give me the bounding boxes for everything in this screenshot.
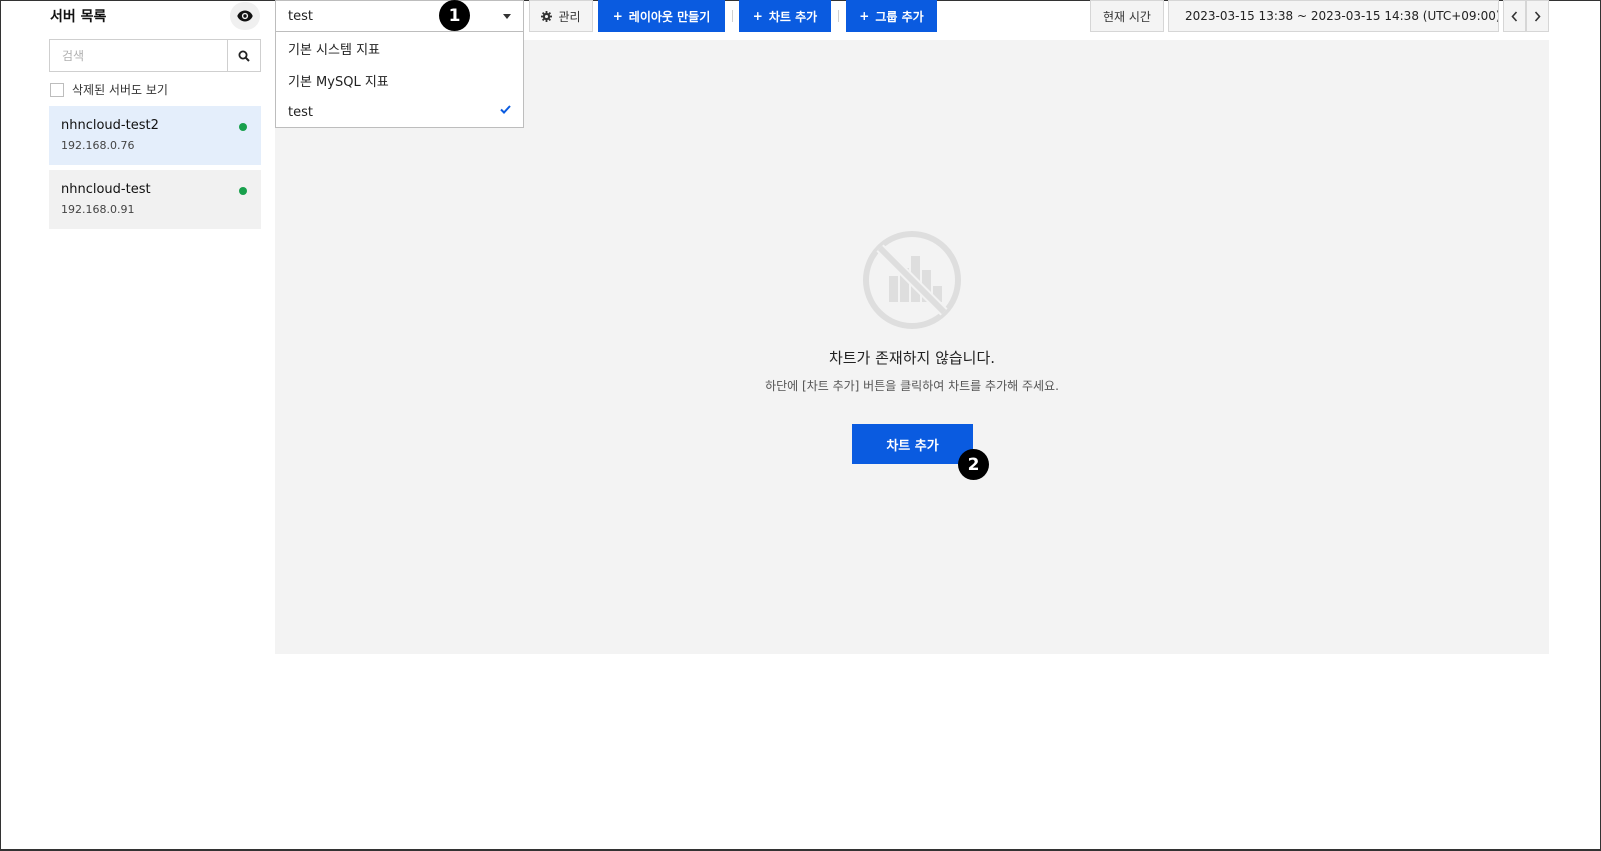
create-layout-button[interactable]: + 레이아웃 만들기: [598, 0, 725, 32]
no-chart-icon: [863, 231, 961, 329]
show-deleted-checkbox[interactable]: [50, 82, 64, 97]
add-group-button[interactable]: + 그룹 추가: [846, 0, 937, 32]
current-time-button[interactable]: 현재 시간: [1090, 0, 1164, 32]
server-list-item[interactable]: nhncloud-test 192.168.0.91: [49, 170, 261, 229]
status-dot: [239, 123, 247, 131]
chevron-left-icon: [1511, 10, 1518, 22]
checkmark-icon: [500, 105, 511, 114]
prev-range-button[interactable]: [1503, 0, 1526, 32]
chevron-right-icon: [1534, 10, 1541, 22]
server-ip: 192.168.0.76: [61, 139, 135, 152]
empty-add-chart-button[interactable]: 차트 추가: [852, 424, 973, 464]
eye-icon: [237, 10, 253, 22]
empty-state-title: 차트가 존재하지 않습니다.: [828, 349, 996, 367]
plus-icon: +: [612, 9, 623, 23]
visibility-toggle-button[interactable]: [230, 2, 260, 30]
time-range-picker[interactable]: 2023-03-15 13:38 ~ 2023-03-15 14:38 (UTC…: [1168, 0, 1499, 32]
layout-option[interactable]: 기본 MySQL 지표: [276, 64, 523, 96]
dashboard-panel: 차트가 존재하지 않습니다. 하단에 [차트 추가] 버튼을 클릭하여 차트를 …: [275, 40, 1549, 654]
server-ip: 192.168.0.91: [61, 203, 135, 216]
manage-label: 관리: [558, 9, 581, 24]
layout-option[interactable]: 기본 시스템 지표: [276, 32, 523, 64]
add-group-label: 그룹 추가: [875, 9, 924, 24]
layout-option-label: test: [288, 104, 313, 120]
layout-option-label: 기본 시스템 지표: [288, 42, 380, 58]
next-range-button[interactable]: [1526, 0, 1549, 32]
layout-select-value: test: [288, 8, 313, 24]
show-deleted-row: 삭제된 서버도 보기: [50, 81, 168, 98]
layout-option-label: 기본 MySQL 지표: [288, 74, 389, 90]
plus-icon: +: [859, 9, 870, 23]
server-list-item[interactable]: nhncloud-test2 192.168.0.76: [49, 106, 261, 165]
server-list-title: 서버 목록: [50, 9, 107, 25]
toolbar-divider: [732, 10, 733, 22]
layout-select[interactable]: test: [275, 0, 524, 32]
manage-button[interactable]: 관리: [529, 0, 593, 32]
server-name: nhncloud-test2: [61, 118, 159, 133]
add-chart-label: 차트 추가: [768, 9, 818, 24]
layout-option-selected[interactable]: test: [276, 96, 523, 128]
time-range-value: 2023-03-15 13:38 ~ 2023-03-15 14:38 (UTC…: [1185, 9, 1499, 23]
toolbar-divider: [838, 10, 839, 22]
layout-dropdown-menu: 기본 시스템 지표 기본 MySQL 지표 test: [275, 31, 524, 128]
server-search: [49, 39, 261, 72]
server-name: nhncloud-test: [61, 182, 151, 197]
plus-icon: +: [752, 9, 763, 23]
caret-down-icon: [503, 13, 511, 19]
search-input[interactable]: [50, 40, 227, 71]
empty-state-subtitle: 하단에 [차트 추가] 버튼을 클릭하여 차트를 추가해 주세요.: [765, 379, 1059, 393]
callout-badge-1: 1: [439, 0, 470, 31]
search-icon: [238, 50, 250, 62]
callout-badge-2: 2: [958, 449, 989, 480]
search-button[interactable]: [227, 40, 260, 71]
create-layout-label: 레이아웃 만들기: [628, 9, 711, 24]
add-chart-button[interactable]: + 차트 추가: [739, 0, 831, 32]
status-dot: [239, 187, 247, 195]
show-deleted-label: 삭제된 서버도 보기: [72, 83, 168, 97]
gear-icon: [541, 10, 553, 22]
